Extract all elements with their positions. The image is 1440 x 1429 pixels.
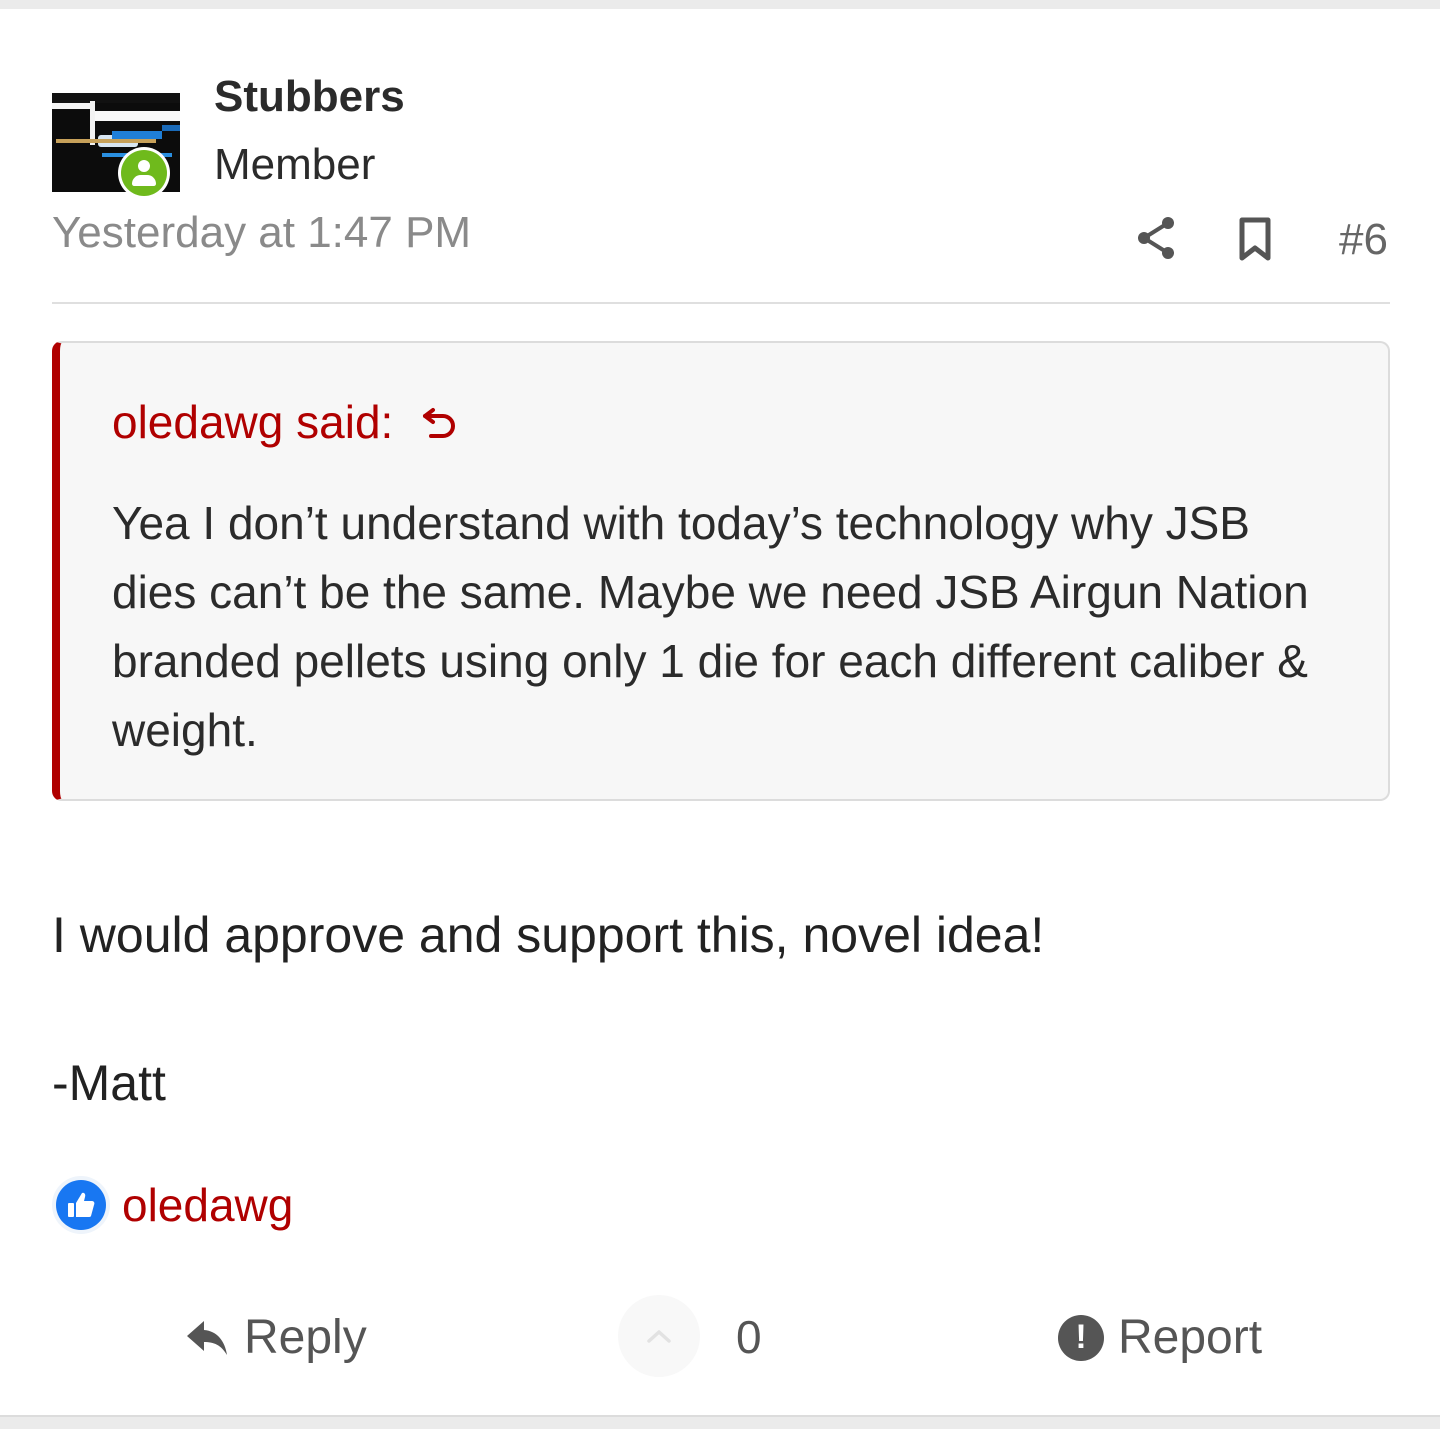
quote-text: Yea I don’t understand with today’s tech…: [112, 497, 1309, 756]
report-label: Report: [1118, 1311, 1263, 1364]
quote-block: oledawg said: Yea I don’t understand wit…: [52, 341, 1390, 801]
online-status-icon: [118, 147, 170, 199]
bookmark-icon[interactable]: [1236, 216, 1274, 262]
quote-author-label[interactable]: oledawg said:: [112, 395, 393, 449]
username-link[interactable]: Stubbers: [214, 72, 405, 122]
like-icon: [52, 1176, 110, 1234]
share-icon[interactable]: [1134, 214, 1178, 262]
header-divider: [52, 302, 1390, 304]
post-body-text: I would approve and support this, novel …: [52, 907, 1045, 963]
reaction-user-link[interactable]: oledawg: [122, 1178, 293, 1232]
post-signature: -Matt: [52, 1055, 166, 1111]
avatar[interactable]: [52, 67, 180, 199]
reply-button[interactable]: Reply: [184, 1310, 367, 1365]
post-date[interactable]: Yesterday at 1:47 PM: [52, 208, 471, 258]
vote-count: 0: [736, 1311, 762, 1363]
reply-label: Reply: [244, 1311, 367, 1364]
reply-icon: [187, 1320, 227, 1355]
quote-attribution[interactable]: oledawg said:: [112, 395, 459, 449]
post-number-link[interactable]: #6: [1339, 215, 1388, 265]
report-button[interactable]: ! Report: [1058, 1310, 1262, 1365]
upvote-chevron-icon: [647, 1330, 671, 1343]
user-title: Member: [214, 140, 376, 189]
report-icon: !: [1058, 1314, 1104, 1361]
bottom-separator: [0, 1415, 1440, 1429]
quote-jump-icon[interactable]: [419, 402, 459, 442]
reactions-bar[interactable]: oledawg: [52, 1176, 293, 1234]
top-separator: [0, 0, 1440, 9]
upvote-button[interactable]: [618, 1295, 700, 1377]
